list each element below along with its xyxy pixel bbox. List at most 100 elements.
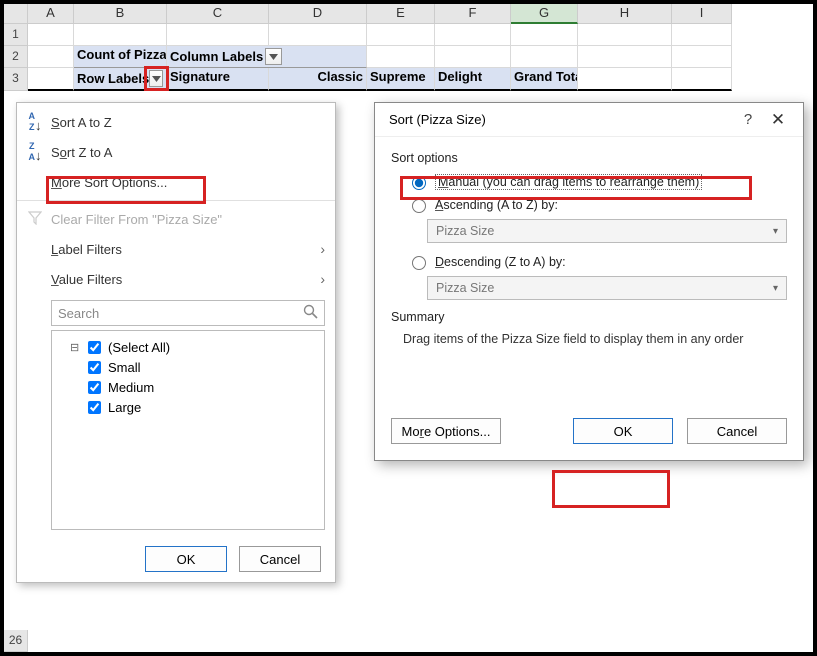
row-header-1[interactable]: 1: [4, 24, 28, 46]
tree-toggle-icon: ⊟: [70, 341, 80, 354]
close-button[interactable]: ✕: [763, 110, 793, 130]
search-input[interactable]: Search: [51, 300, 325, 326]
cell-G3[interactable]: Grand Total: [511, 68, 578, 91]
cell-H1[interactable]: [578, 24, 672, 46]
tree-label: Small: [108, 360, 141, 375]
cell-E2[interactable]: [367, 46, 435, 68]
tree-item-medium[interactable]: Medium: [56, 377, 320, 397]
more-sort-options[interactable]: More Sort Options...: [17, 167, 335, 197]
dropdown-icon: ▾: [773, 283, 778, 294]
cell-D3[interactable]: Classic: [269, 68, 367, 91]
checkbox-large[interactable]: [88, 401, 101, 414]
cell-H2[interactable]: [578, 46, 672, 68]
row-header-3[interactable]: 3: [4, 68, 28, 91]
summary-label: Summary: [391, 310, 787, 324]
cell-G2[interactable]: [511, 46, 578, 68]
cell-H3[interactable]: [578, 68, 672, 91]
more-options-button[interactable]: More Options...: [391, 418, 501, 444]
dialog-titlebar[interactable]: Sort (Pizza Size) ? ✕: [375, 103, 803, 137]
tree-label: Large: [108, 400, 141, 415]
cell-B1[interactable]: [74, 24, 167, 46]
col-header-A[interactable]: A: [28, 4, 74, 24]
dialog-cancel-button[interactable]: Cancel: [687, 418, 787, 444]
value-filters[interactable]: Value Filters ›: [17, 264, 335, 294]
ascending-field-dropdown[interactable]: Pizza Size ▾: [427, 219, 787, 243]
column-labels-text: Column Labels: [170, 49, 263, 64]
search-icon: [303, 304, 318, 322]
cell-D1[interactable]: [269, 24, 367, 46]
row-labels-filter-button[interactable]: [149, 70, 163, 87]
dropdown-icon: ▾: [773, 226, 778, 237]
cell-C1[interactable]: [167, 24, 269, 46]
clear-filter: Clear Filter From "Pizza Size": [17, 204, 335, 234]
sort-dialog: Sort (Pizza Size) ? ✕ Sort options Manua…: [374, 102, 804, 461]
cell-I1[interactable]: [672, 24, 732, 46]
cell-A2[interactable]: [28, 46, 74, 68]
cell-A3[interactable]: [28, 68, 74, 91]
checkbox-small[interactable]: [88, 361, 101, 374]
chevron-right-icon: ›: [320, 271, 325, 287]
cell-E3[interactable]: Supreme: [367, 68, 435, 91]
radio-manual[interactable]: [412, 176, 426, 190]
col-header-D[interactable]: D: [269, 4, 367, 24]
row-header-2[interactable]: 2: [4, 46, 28, 68]
col-header-H[interactable]: H: [578, 4, 672, 24]
radio-ascending[interactable]: [412, 199, 426, 213]
dropdown-icon: [269, 54, 278, 60]
tree-item-select-all[interactable]: ⊟ (Select All): [56, 337, 320, 357]
menu-cancel-button[interactable]: Cancel: [239, 546, 321, 572]
search-placeholder: Search: [58, 306, 99, 321]
col-header-G[interactable]: G: [511, 4, 578, 24]
radio-ascending-row[interactable]: Ascending (A to Z) by:: [407, 196, 787, 213]
sort-options-label: Sort options: [391, 151, 787, 165]
select-all-corner[interactable]: [4, 4, 28, 24]
col-header-E[interactable]: E: [367, 4, 435, 24]
sort-z-to-a[interactable]: ZA↓ Sort Z to A: [17, 137, 335, 167]
radio-descending-row[interactable]: Descending (Z to A) by:: [407, 253, 787, 270]
summary-text: Drag items of the Pizza Size field to di…: [403, 332, 787, 346]
row-header-26[interactable]: 26: [4, 630, 28, 652]
dialog-ok-button[interactable]: OK: [573, 418, 673, 444]
checkbox-select-all[interactable]: [88, 341, 101, 354]
tree-label: Medium: [108, 380, 154, 395]
menu-ok-button[interactable]: OK: [145, 546, 227, 572]
dialog-title: Sort (Pizza Size): [389, 112, 486, 127]
sort-a-to-z[interactable]: AZ↓ SSort A to Zort A to Z: [17, 107, 335, 137]
clear-filter-label: Clear Filter From "Pizza Size": [51, 212, 222, 227]
chevron-right-icon: ›: [320, 241, 325, 257]
cell-C2[interactable]: Column Labels: [167, 46, 367, 68]
cell-G1[interactable]: [511, 24, 578, 46]
descending-field-dropdown[interactable]: Pizza Size ▾: [427, 276, 787, 300]
cell-C3[interactable]: Signature: [167, 68, 269, 91]
cell-E1[interactable]: [367, 24, 435, 46]
column-labels-filter-button[interactable]: [265, 48, 282, 65]
cell-A1[interactable]: [28, 24, 74, 46]
tree-item-large[interactable]: Large: [56, 397, 320, 417]
dropdown-icon: [152, 76, 161, 82]
cell-B2[interactable]: Count of Pizza_: [74, 46, 167, 68]
col-header-B[interactable]: B: [74, 4, 167, 24]
row-labels-text: Row Labels: [77, 71, 149, 86]
col-header-C[interactable]: C: [167, 4, 269, 24]
col-header-I[interactable]: I: [672, 4, 732, 24]
filter-menu: AZ↓ SSort A to Zort A to Z ZA↓ Sort Z to…: [16, 102, 336, 583]
highlight-ok-button: [552, 470, 670, 508]
help-button[interactable]: ?: [733, 111, 763, 128]
label-filters[interactable]: Label Filters ›: [17, 234, 335, 264]
sort-az-icon: AZ↓: [25, 111, 45, 133]
ascending-field-value: Pizza Size: [436, 224, 494, 238]
cell-I2[interactable]: [672, 46, 732, 68]
checkbox-medium[interactable]: [88, 381, 101, 394]
descending-field-value: Pizza Size: [436, 281, 494, 295]
radio-manual-row[interactable]: Manual (you can drag items to rearrange …: [407, 173, 787, 190]
cell-F3[interactable]: Delight: [435, 68, 511, 91]
radio-descending[interactable]: [412, 256, 426, 270]
col-header-F[interactable]: F: [435, 4, 511, 24]
cell-F2[interactable]: [435, 46, 511, 68]
cell-B3[interactable]: Row Labels: [74, 68, 167, 91]
cell-I3[interactable]: [672, 68, 732, 91]
tree-item-small[interactable]: Small: [56, 357, 320, 377]
cell-F1[interactable]: [435, 24, 511, 46]
filter-tree[interactable]: ⊟ (Select All) Small Medium Large: [51, 330, 325, 530]
tree-label: (Select All): [108, 340, 170, 355]
